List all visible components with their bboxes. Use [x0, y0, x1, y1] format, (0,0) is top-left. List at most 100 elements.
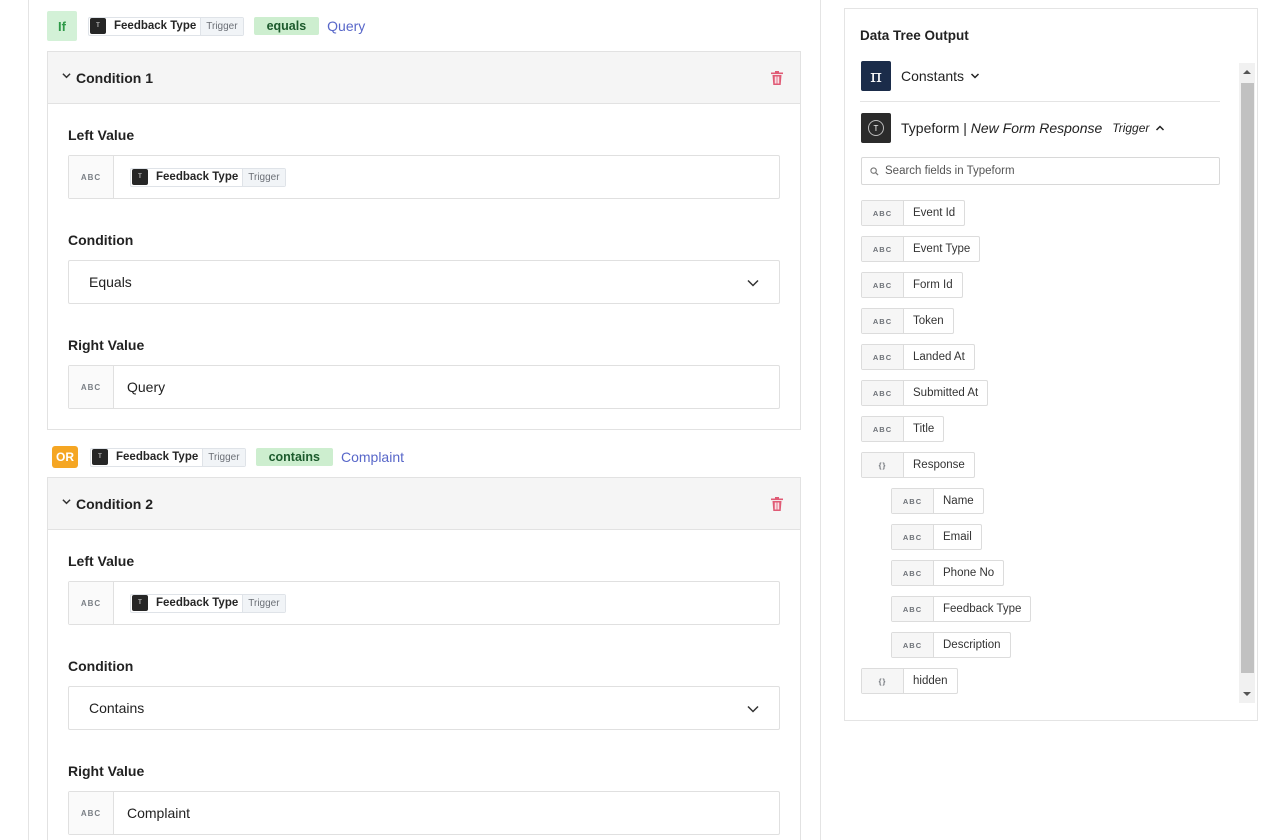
variable-name: Feedback Type — [156, 171, 239, 183]
typeform-logo: T — [861, 113, 891, 143]
page: If T Feedback Type Trigger equals Query … — [0, 0, 1270, 840]
text-type-tag: ABC — [862, 237, 904, 261]
text-type-tag: ABC — [862, 201, 904, 225]
chevron-down-icon — [971, 73, 980, 79]
right-value-label: Right Value — [68, 763, 145, 779]
variable-name: Feedback Type — [116, 451, 199, 463]
condition-header[interactable]: Condition 1 — [48, 52, 800, 104]
trigger-tag: Trigger — [202, 448, 245, 466]
tree-field-label: Description — [943, 639, 1001, 651]
rule-summary-1: If T Feedback Type Trigger equals Query — [47, 11, 365, 41]
object-type-tag: {} — [862, 453, 904, 477]
condition-card-1: Condition 1 Left Value ABC T Feedback Ty… — [47, 51, 801, 430]
source-name: Typeform | New Form Response — [901, 120, 1102, 136]
source-event: New Form Response — [970, 120, 1103, 136]
text-type-tag: ABC — [862, 381, 904, 405]
text-type-tag: ABC — [862, 273, 904, 297]
right-value-field[interactable]: ABC Query — [68, 365, 780, 409]
condition-select[interactable]: Equals — [68, 260, 780, 304]
text-type-tag: ABC — [862, 345, 904, 369]
tree-field-item[interactable]: ABC Feedback Type — [891, 596, 1032, 622]
source-app: Typeform | — [901, 120, 971, 136]
typeform-source[interactable]: T Typeform | New Form Response Trigger — [861, 113, 1165, 143]
typeform-icon: T — [90, 18, 106, 34]
tree-field-item[interactable]: {} Response — [861, 452, 975, 478]
or-badge: OR — [52, 446, 78, 468]
trash-icon[interactable] — [771, 497, 783, 511]
tree-field-item[interactable]: ABC Email — [891, 524, 982, 550]
trash-icon[interactable] — [771, 71, 783, 85]
left-divider — [28, 0, 29, 840]
object-type-tag: {} — [862, 669, 904, 693]
chevron-down-icon — [747, 705, 759, 713]
left-value-field[interactable]: ABC T Feedback Type Trigger — [68, 581, 780, 625]
tree-field-item[interactable]: ABC Title — [861, 416, 945, 442]
tree-field-item[interactable]: ABC Description — [891, 632, 1011, 658]
tree-field-label: Feedback Type — [943, 603, 1022, 615]
tree-field-item[interactable]: ABC Form Id — [861, 272, 963, 298]
variable-name: Feedback Type — [114, 20, 197, 32]
tree-field-item[interactable]: {} hidden — [861, 668, 958, 694]
tree-field-label: Name — [943, 495, 974, 507]
typeform-icon: T — [132, 169, 148, 185]
condition-value: Equals — [89, 274, 132, 290]
tree-field-item[interactable]: ABC Phone No — [891, 560, 1005, 586]
right-value-text: Query — [127, 379, 166, 395]
scrollbar[interactable] — [1239, 63, 1255, 703]
scrollbar-thumb[interactable] — [1241, 83, 1254, 673]
left-value-field[interactable]: ABC T Feedback Type Trigger — [68, 155, 780, 199]
condition-header[interactable]: Condition 2 — [48, 478, 800, 530]
rule-value: Complaint — [340, 449, 404, 465]
tree-field-label: Email — [943, 531, 972, 543]
tree-field-item[interactable]: ABC Landed At — [861, 344, 975, 370]
text-type-tag: ABC — [892, 489, 934, 513]
text-type-tag: ABC — [892, 561, 934, 585]
tree-field-label: Title — [913, 423, 935, 435]
typeform-icon: T — [132, 595, 148, 611]
tree-field-item[interactable]: ABC Event Type — [861, 236, 981, 262]
data-tree-panel: Data Tree Output π Constants T Typeform … — [844, 8, 1258, 721]
panel-title: Data Tree Output — [860, 28, 969, 43]
constants-source[interactable]: π Constants — [861, 61, 980, 91]
tree-field-label: Form Id — [913, 279, 953, 291]
typeform-icon: T — [868, 120, 884, 136]
tree-field-label: Submitted At — [913, 387, 979, 399]
variable-chip[interactable]: T Feedback Type Trigger — [88, 16, 244, 36]
right-value-field[interactable]: ABC Complaint — [68, 791, 780, 835]
tree-field-item[interactable]: ABC Name — [891, 488, 984, 514]
variable-chip[interactable]: T Feedback Type Trigger — [130, 167, 286, 187]
search-icon — [870, 166, 879, 176]
variable-chip[interactable]: T Feedback Type Trigger — [130, 593, 286, 613]
scroll-down-arrow-icon[interactable] — [1242, 689, 1252, 699]
text-type-tag: ABC — [892, 525, 934, 549]
condition-select[interactable]: Contains — [68, 686, 780, 730]
chevron-down-icon[interactable] — [62, 71, 71, 83]
divider — [860, 101, 1220, 102]
right-value-text: Complaint — [127, 805, 191, 821]
search-field[interactable] — [861, 157, 1220, 185]
scroll-up-arrow-icon[interactable] — [1242, 67, 1252, 77]
type-tag: ABC — [69, 156, 114, 198]
text-type-tag: ABC — [892, 633, 934, 657]
type-tag: ABC — [69, 366, 114, 408]
tree-field-label: Phone No — [943, 567, 995, 579]
chevron-down-icon[interactable] — [62, 497, 71, 509]
tree-field-item[interactable]: ABC Event Id — [861, 200, 966, 226]
type-tag: ABC — [69, 582, 114, 624]
right-value-label: Right Value — [68, 337, 145, 353]
text-type-tag: ABC — [862, 309, 904, 333]
rule-summary-2: OR T Feedback Type Trigger contains Comp… — [47, 442, 404, 472]
condition-label: Condition — [68, 232, 134, 248]
tree-field-item[interactable]: ABC Submitted At — [861, 380, 989, 406]
type-tag: ABC — [69, 792, 114, 834]
search-input[interactable] — [885, 165, 1205, 177]
variable-chip[interactable]: T Feedback Type Trigger — [90, 447, 246, 467]
left-value-label: Left Value — [68, 127, 135, 143]
operator-pill: equals — [253, 17, 320, 35]
condition-card-2: Condition 2 Left Value ABC T Feedback Ty… — [47, 477, 801, 840]
tree-field-item[interactable]: ABC Token — [861, 308, 954, 334]
tree-field-label: Token — [913, 315, 944, 327]
variable-name: Feedback Type — [156, 597, 239, 609]
center-divider — [820, 0, 821, 840]
tree-field-label: Event Type — [913, 243, 971, 255]
